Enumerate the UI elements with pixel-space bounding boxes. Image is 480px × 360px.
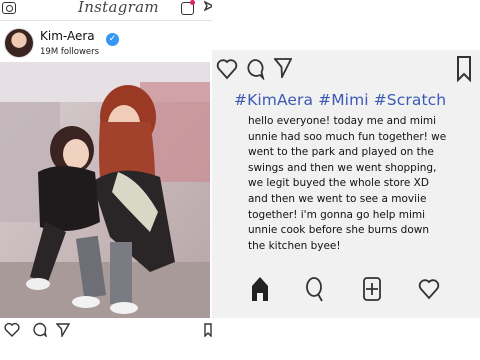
caption-panel: #KimAera #Mimi #Scratch hello everyone! … [212, 0, 480, 360]
avatar[interactable] [4, 28, 34, 58]
heart-icon[interactable] [4, 322, 20, 341]
instagram-logo: Instagram [78, 0, 159, 16]
home-icon[interactable] [250, 276, 270, 306]
caption-card: #KimAera #Mimi #Scratch hello everyone! … [212, 50, 480, 318]
instagram-post-panel: Instagram Kim-Aera ✓ 19M followers [0, 0, 215, 360]
camera-icon[interactable] [2, 2, 16, 14]
share-icon[interactable] [273, 58, 293, 82]
bottom-nav [212, 274, 480, 308]
post-photo[interactable] [0, 62, 210, 318]
post-caption: hello everyone! today me and mimi unnie … [248, 115, 447, 252]
profile-header: Kim-Aera ✓ 19M followers [0, 26, 212, 62]
comment-icon[interactable] [245, 58, 265, 84]
heart-icon[interactable] [216, 58, 238, 84]
post-hashtags[interactable]: #KimAera #Mimi #Scratch [234, 91, 446, 109]
top-bar: Instagram [0, 0, 215, 21]
share-icon[interactable] [55, 322, 71, 341]
activity-icon[interactable] [181, 0, 195, 15]
username[interactable]: Kim-Aera [40, 29, 95, 43]
post-photo-illustration [0, 62, 210, 318]
heart-icon[interactable] [418, 278, 440, 304]
post-action-bar [0, 320, 212, 340]
comment-icon[interactable] [32, 322, 48, 341]
add-post-icon[interactable] [362, 276, 382, 306]
bookmark-icon[interactable] [456, 56, 472, 86]
follower-count: 19M followers [40, 47, 100, 57]
verified-badge-icon: ✓ [106, 33, 119, 46]
search-icon[interactable] [304, 276, 324, 306]
bookmark-icon[interactable] [204, 322, 212, 341]
caption-action-bar [212, 54, 480, 84]
